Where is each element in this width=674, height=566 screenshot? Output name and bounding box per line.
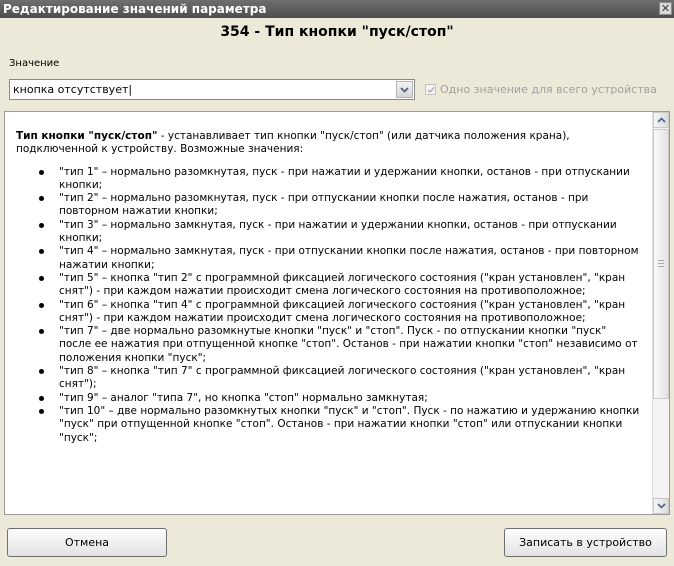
list-item: "тип 8" – кнопка "тип 7" с программной ф… <box>39 365 640 392</box>
list-item: "тип 3" – нормально замкнутая, пуск - пр… <box>39 219 640 246</box>
chevron-up-icon <box>657 117 666 123</box>
list-item: "тип 9" – аналог "типа 7", но кнопка "ст… <box>39 392 640 405</box>
dropdown-button[interactable] <box>396 81 413 98</box>
vertical-scrollbar[interactable] <box>652 112 669 514</box>
single-value-checkbox[interactable] <box>425 84 436 95</box>
description-text: Тип кнопки "пуск/стоп" - устанавливает т… <box>16 130 640 445</box>
description-list: "тип 1" – нормально разомкнутая, пуск - … <box>16 166 640 445</box>
parameter-edit-dialog: Редактирование значений параметра ✕ 354 … <box>0 0 674 566</box>
value-label: Значение <box>9 58 60 69</box>
grip-icon <box>658 260 664 267</box>
write-to-device-button[interactable]: Записать в устройство <box>504 528 667 557</box>
scroll-up-button[interactable] <box>653 112 669 128</box>
description-panel: Тип кнопки "пуск/стоп" - устанавливает т… <box>4 111 670 515</box>
title-bar[interactable]: Редактирование значений параметра ✕ <box>0 0 674 18</box>
chevron-down-icon <box>400 87 409 93</box>
close-button[interactable]: ✕ <box>659 2 672 15</box>
chevron-down-icon <box>657 503 666 509</box>
value-combobox-text[interactable]: кнопка отсутствует| <box>13 80 132 99</box>
list-item: "тип 5" – кнопка "тип 2" с программной ф… <box>39 272 640 299</box>
scroll-down-button[interactable] <box>653 498 669 514</box>
scrollbar-thumb[interactable] <box>653 129 669 399</box>
parameter-title: 354 - Тип кнопки "пуск/стоп" <box>220 24 454 40</box>
list-item: "тип 1" – нормально разомкнутая, пуск - … <box>39 166 640 193</box>
checkmark-icon <box>427 87 435 94</box>
list-item: "тип 2" – нормально разомкнутая, пуск - … <box>39 192 640 219</box>
single-value-checkbox-label: Одно значение для всего устройства <box>440 83 657 96</box>
list-item: "тип 7" – две нормально разомкнутые кноп… <box>39 325 640 365</box>
value-combobox[interactable]: кнопка отсутствует| <box>9 79 415 100</box>
cancel-button[interactable]: Отмена <box>7 528 167 557</box>
description-intro-bold: Тип кнопки "пуск/стоп" <box>16 130 158 142</box>
description-intro: Тип кнопки "пуск/стоп" - устанавливает т… <box>16 130 640 157</box>
list-item: "тип 4" – нормально замкнутая, пуск - пр… <box>39 245 639 271</box>
close-icon: ✕ <box>660 2 671 15</box>
list-item: "тип 6" – кнопка "тип 4" с программной ф… <box>39 299 640 326</box>
list-item: "тип 10" – две нормально разомкнутых кно… <box>39 404 640 444</box>
window-title: Редактирование значений параметра <box>3 2 267 16</box>
